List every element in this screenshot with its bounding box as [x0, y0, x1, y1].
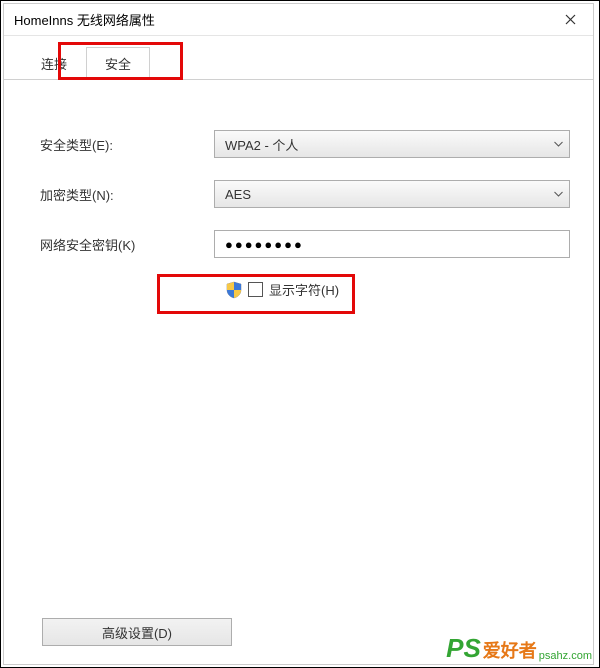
select-security-type[interactable]: WPA2 - 个人 [214, 130, 570, 158]
input-network-key-value: ●●●●●●●● [225, 237, 304, 252]
chevron-down-icon [554, 139, 563, 150]
row-network-key: 网络安全密钥(K) ●●●●●●●● [40, 230, 575, 258]
row-show-chars: 显示字符(H) [226, 280, 575, 299]
tab-strip: 连接 安全 [4, 50, 593, 80]
shield-icon [226, 281, 242, 299]
advanced-settings-button[interactable]: 高级设置(D) [42, 618, 232, 646]
close-icon [565, 14, 576, 25]
row-security-type: 安全类型(E): WPA2 - 个人 [40, 130, 575, 158]
content-area: 安全类型(E): WPA2 - 个人 加密类型(N): AES 网络安全密钥(K… [4, 80, 593, 317]
label-encryption-type: 加密类型(N): [40, 185, 214, 204]
titlebar: HomeInns 无线网络属性 [4, 4, 593, 36]
label-show-chars: 显示字符(H) [269, 280, 339, 299]
select-encryption-type[interactable]: AES [214, 180, 570, 208]
tab-connection[interactable]: 连接 [22, 47, 86, 80]
chevron-down-icon [554, 189, 563, 200]
row-encryption-type: 加密类型(N): AES [40, 180, 575, 208]
dialog-window: HomeInns 无线网络属性 连接 安全 安全类型(E): WPA2 - 个人 [3, 3, 594, 665]
close-button[interactable] [547, 4, 593, 36]
advanced-settings-label: 高级设置(D) [102, 623, 172, 642]
select-encryption-type-value: AES [225, 187, 251, 202]
label-network-key: 网络安全密钥(K) [40, 235, 214, 254]
tab-security-label: 安全 [105, 57, 131, 72]
tab-connection-label: 连接 [41, 57, 67, 72]
select-security-type-value: WPA2 - 个人 [225, 135, 298, 154]
label-security-type: 安全类型(E): [40, 135, 214, 154]
tab-security[interactable]: 安全 [86, 47, 150, 80]
window-title: HomeInns 无线网络属性 [14, 10, 155, 29]
checkbox-show-chars[interactable] [248, 282, 263, 297]
input-network-key[interactable]: ●●●●●●●● [214, 230, 570, 258]
